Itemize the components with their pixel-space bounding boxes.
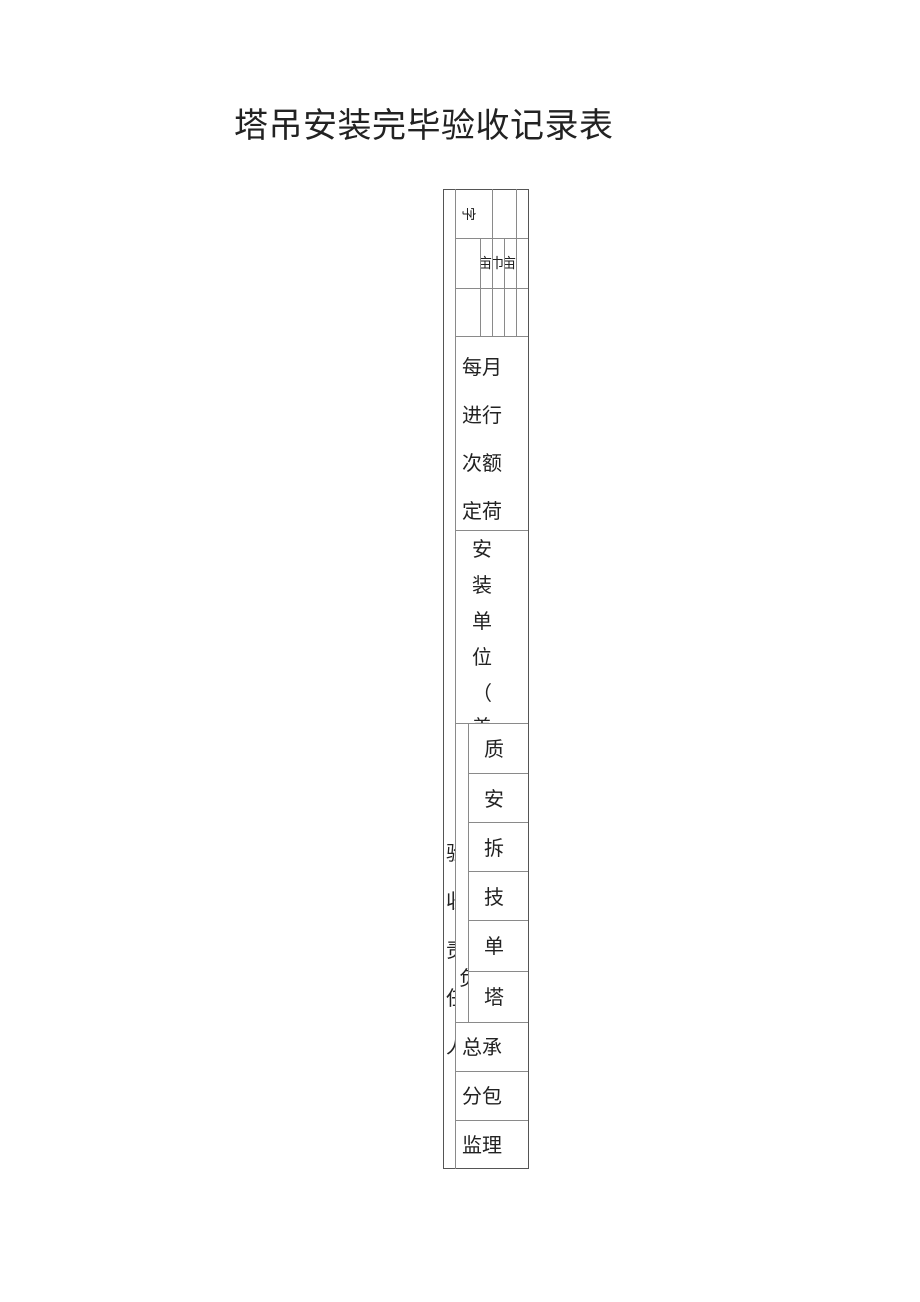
install-unit-char: 单 <box>472 609 492 633</box>
table-border-right <box>528 189 529 1169</box>
monthly-line: 进行 <box>462 403 502 427</box>
signature-row-tower: 塔 <box>484 985 504 1009</box>
responsible-sub-label-char: 负 <box>459 966 468 990</box>
table-row-divider <box>455 1071 528 1072</box>
row2-cell-1: 亩 <box>481 239 492 288</box>
row2-cell-text: 亩 <box>505 256 516 272</box>
install-unit-cell: 安 装 单 位 （ 盖 <box>456 531 528 723</box>
bottom-row-supervisor: 监理 <box>462 1133 502 1157</box>
signature-row-quality: 质 <box>484 737 504 761</box>
bottom-row-subcontractor: 分包 <box>462 1084 502 1108</box>
acceptance-responsible-label: 验 收 责 任 人 <box>444 724 455 1168</box>
table-row-divider <box>468 822 528 823</box>
monthly-line: 次额 <box>462 451 502 475</box>
signature-row-unit: 单 <box>484 934 504 958</box>
responsible-label-char: 收 <box>446 889 455 913</box>
install-unit-char: 位 <box>472 645 492 669</box>
install-unit-char: （ <box>472 681 492 705</box>
install-unit-char: 装 <box>472 573 492 597</box>
table-row-divider <box>455 1120 528 1121</box>
signature-row-safety: 安 <box>484 787 504 811</box>
row2-cell-text: 巾 <box>493 256 504 272</box>
responsible-label-char: 任 <box>446 986 455 1010</box>
table-col-divider <box>516 189 517 336</box>
table-row-divider <box>468 920 528 921</box>
responsible-sub-label: 负 <box>456 724 468 1022</box>
install-unit-char: 安 <box>472 537 492 561</box>
table-row-divider <box>468 773 528 774</box>
table-row-divider <box>468 971 528 972</box>
row2-cell-text: 亩 <box>481 256 492 272</box>
document-title: 塔吊安装完毕验收记录表 <box>234 106 614 146</box>
responsible-label-char: 责 <box>446 938 455 962</box>
responsible-label-char: 验 <box>446 841 455 865</box>
responsible-label-char: 人 <box>446 1034 455 1058</box>
table-row-divider <box>455 336 528 337</box>
row2-cell-2: 巾 <box>493 239 504 288</box>
row2-cell-3: 亩 <box>505 239 516 288</box>
signature-row-dismantle: 拆 <box>484 836 504 860</box>
monthly-line: 定荷 <box>462 499 502 523</box>
top-row-cell: 字 <box>456 190 492 238</box>
table-col-divider-sub <box>468 723 469 1022</box>
table-row-divider <box>455 1022 528 1023</box>
top-row-cell-text: 字 <box>462 205 476 221</box>
monthly-line: 每月 <box>462 355 502 379</box>
install-unit-char: 盖 <box>472 715 492 723</box>
signature-row-technical: 技 <box>484 885 504 909</box>
table-row-divider <box>468 871 528 872</box>
table-col-divider <box>492 189 493 238</box>
bottom-row-general-contractor: 总承 <box>462 1035 502 1059</box>
